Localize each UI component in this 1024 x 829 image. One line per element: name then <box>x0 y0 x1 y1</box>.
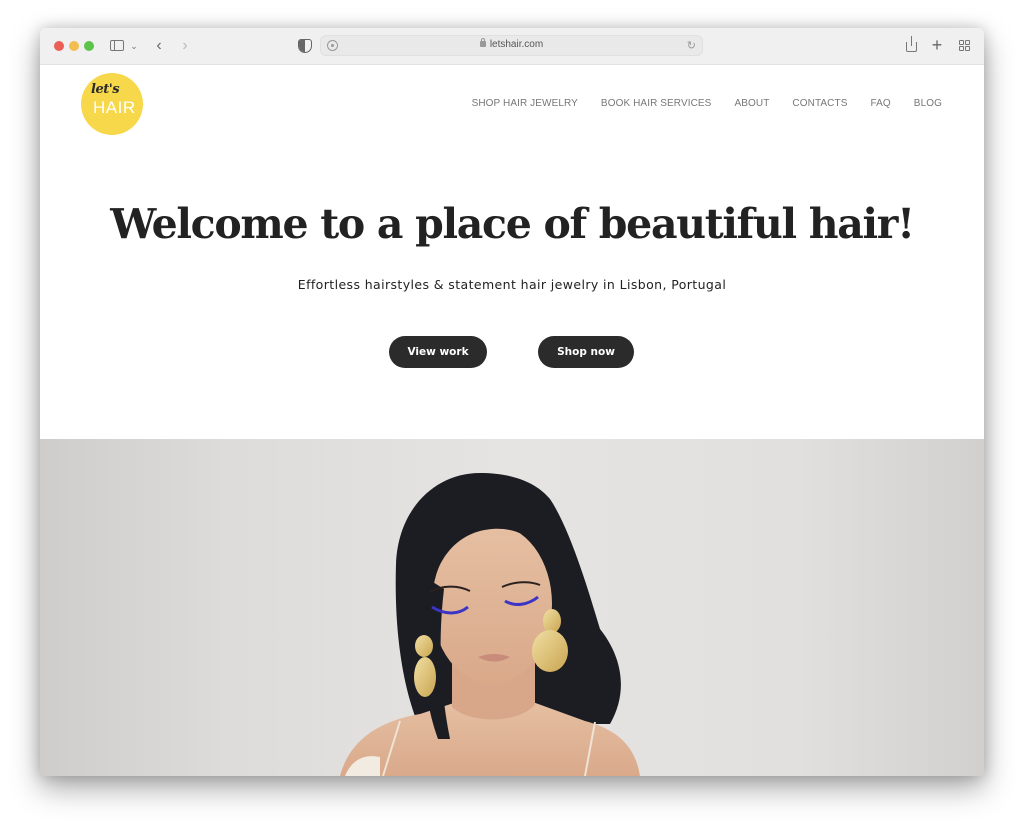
lock-icon <box>479 38 486 47</box>
left-earring-top <box>415 635 433 657</box>
logo-hair-text: HAIR <box>93 98 136 117</box>
url-text: letshair.com <box>489 39 544 50</box>
view-work-button[interactable]: View work <box>389 336 487 368</box>
nav-about[interactable]: ABOUT <box>734 98 769 109</box>
nav-book-hair-services[interactable]: BOOK HAIR SERVICES <box>601 98 712 109</box>
sidebar-icon[interactable] <box>110 40 124 51</box>
nav-faq[interactable]: FAQ <box>870 98 890 109</box>
url-display[interactable]: letshair.com <box>321 38 702 50</box>
hero-subtitle: Effortless hairstyles & statement hair j… <box>297 277 727 292</box>
hero-image <box>40 439 984 776</box>
plus-icon[interactable]: + <box>930 35 944 55</box>
reload-icon[interactable]: ↻ <box>687 39 696 52</box>
chevron-left-icon[interactable]: ‹ <box>152 36 166 56</box>
tab-grid-icon[interactable] <box>959 40 970 51</box>
web-page: let's HAIR SHOP HAIR JEWELRY BOOK HAIR S… <box>40 65 984 776</box>
hero-title: Welcome to a place of beautiful hair! <box>110 200 915 248</box>
right-earring-bottom <box>532 630 568 672</box>
close-window-button[interactable] <box>54 41 64 51</box>
browser-toolbar: ⌄ ‹ › letshair.com ↻ + <box>40 28 984 65</box>
logo-lets-text: let's <box>91 82 120 97</box>
hero-photo-illustration <box>340 473 640 776</box>
share-arrow-icon <box>911 36 913 46</box>
shield-icon[interactable] <box>298 39 312 53</box>
nav-blog[interactable]: BLOG <box>914 98 942 109</box>
left-earring-bottom <box>414 657 436 697</box>
zoom-window-button[interactable] <box>84 41 94 51</box>
right-earring-top <box>543 609 561 633</box>
site-logo[interactable]: let's HAIR <box>81 73 143 135</box>
chevron-down-icon[interactable]: ⌄ <box>128 36 140 56</box>
shop-now-button[interactable]: Shop now <box>538 336 634 368</box>
main-nav: SHOP HAIR JEWELRY BOOK HAIR SERVICES ABO… <box>472 98 942 109</box>
browser-window: ⌄ ‹ › letshair.com ↻ + let's HAIR SHOP H… <box>40 28 984 776</box>
chevron-right-icon[interactable]: › <box>178 36 192 56</box>
address-bar[interactable]: letshair.com ↻ <box>320 35 703 56</box>
nav-shop-hair-jewelry[interactable]: SHOP HAIR JEWELRY <box>472 98 578 109</box>
nav-contacts[interactable]: CONTACTS <box>792 98 847 109</box>
minimize-window-button[interactable] <box>69 41 79 51</box>
